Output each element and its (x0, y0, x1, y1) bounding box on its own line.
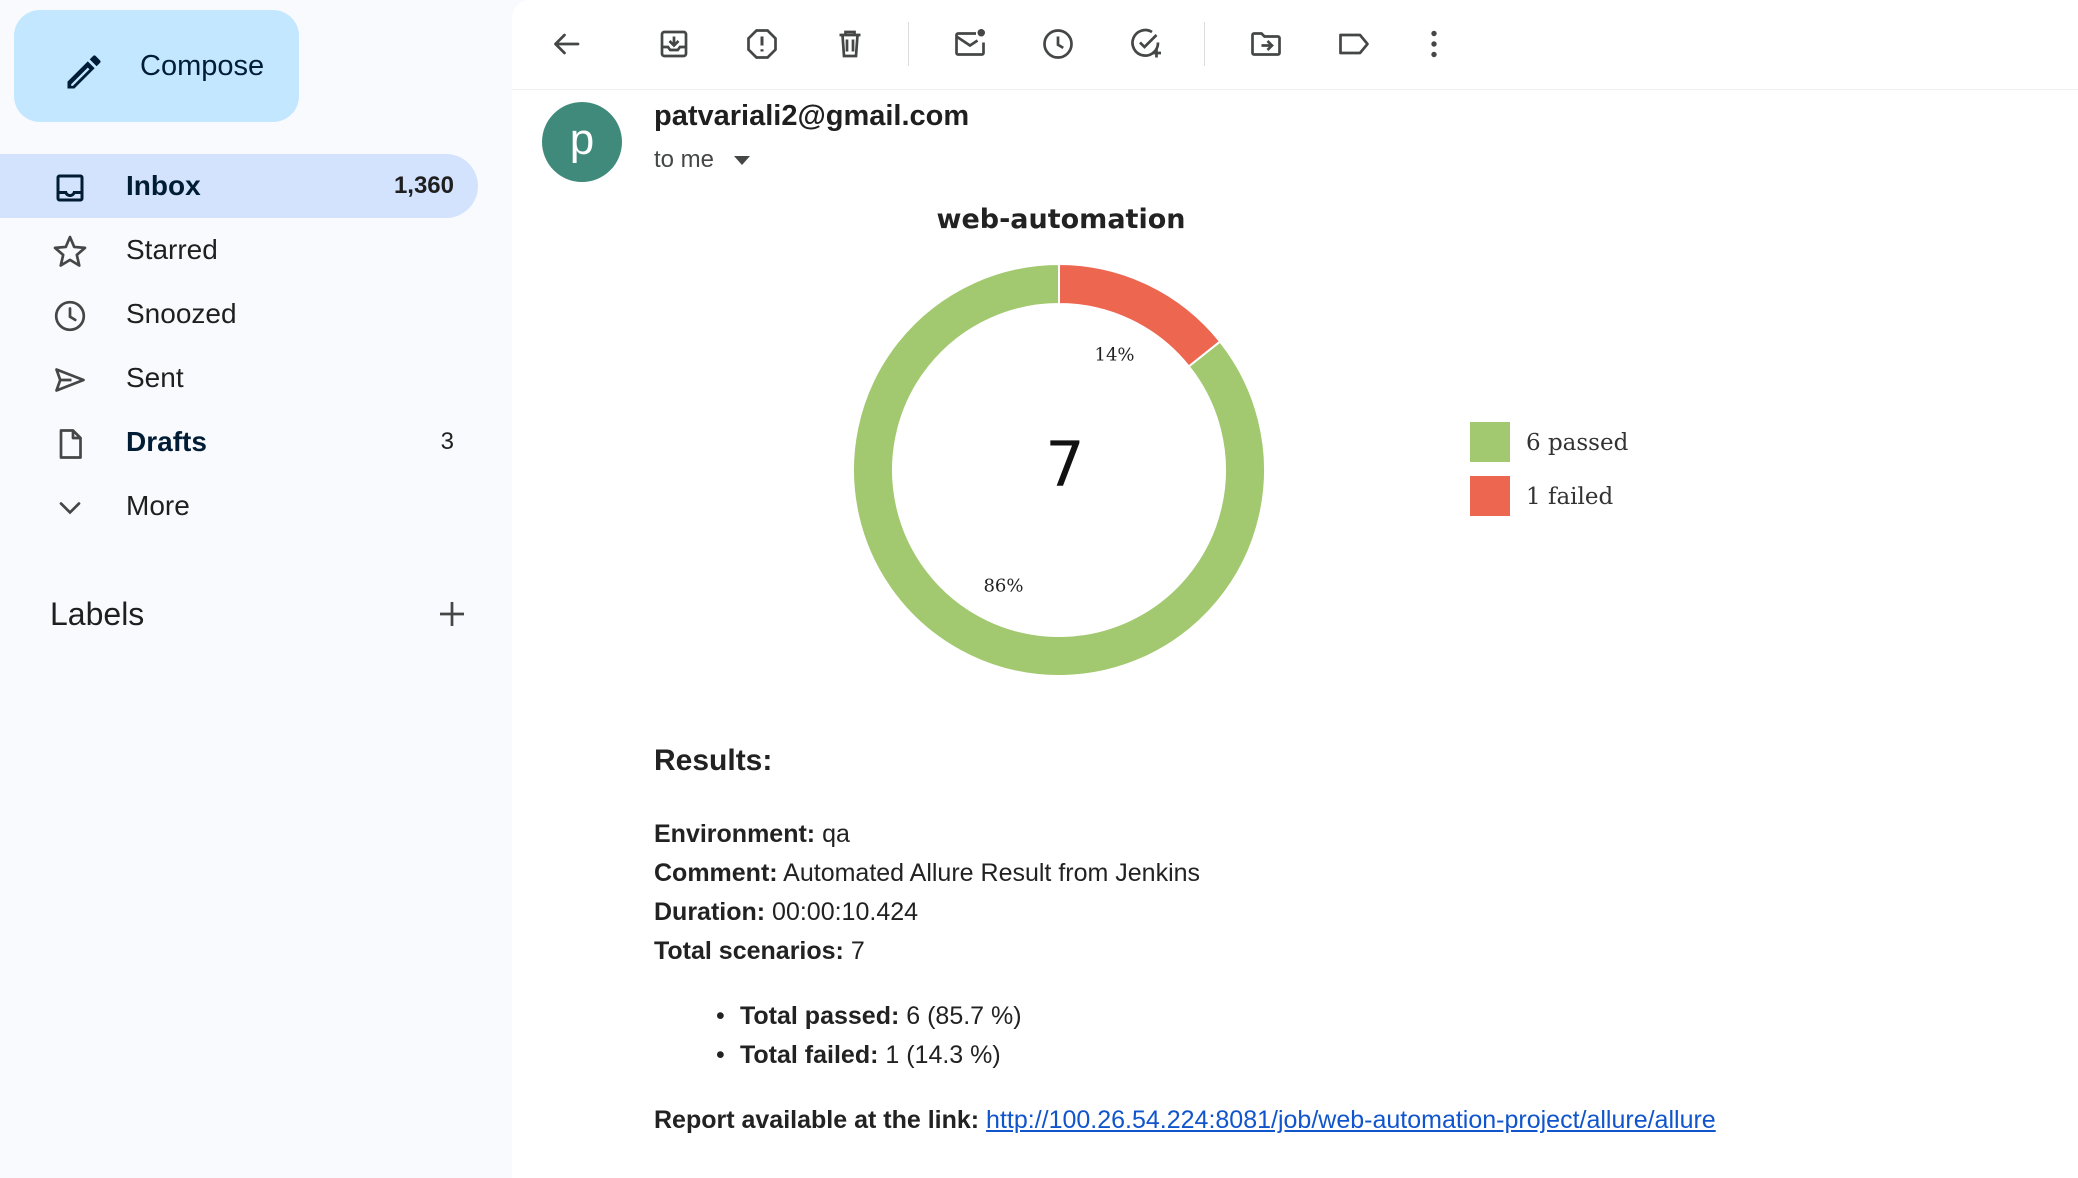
more-vert-icon (1431, 30, 1437, 58)
back-icon (554, 33, 580, 55)
legend-label-failed: 1 failed (1526, 484, 1613, 510)
legend-swatch-passed (1470, 422, 1510, 462)
plus-icon[interactable] (434, 596, 470, 632)
list-item: Total failed: 1 (14.3 %) (716, 1041, 1001, 1070)
sidebar-item-label: Starred (126, 234, 218, 265)
report-line: Report available at the link: http://100… (654, 1106, 1716, 1135)
report-label: Report available at the link: (654, 1106, 980, 1134)
sidebar-item-inbox[interactable]: Inbox 1,360 (0, 154, 478, 218)
sidebar: Compose Inbox 1,360 Starred Snoozed Sent… (0, 0, 510, 1178)
label-icon (1339, 33, 1369, 55)
sidebar-item-snoozed[interactable]: Snoozed (0, 282, 478, 346)
results-heading: Results: (654, 744, 773, 777)
comment-label: Comment: (654, 859, 778, 887)
sidebar-item-label: Sent (126, 362, 184, 393)
clock-icon (54, 300, 86, 332)
sidebar-item-label: Drafts (126, 426, 207, 457)
sidebar-item-starred[interactable]: Starred (0, 218, 478, 282)
sidebar-item-drafts[interactable]: Drafts 3 (0, 410, 478, 474)
labels-title: Labels (50, 596, 145, 632)
chart-title: web-automation (937, 204, 1186, 235)
legend-label-passed: 6 passed (1526, 430, 1629, 456)
snooze-icon (1043, 29, 1073, 59)
percent-label-failed: 14% (1095, 345, 1135, 366)
pencil-icon (67, 55, 101, 89)
duration-line: Duration: 00:00:10.424 (654, 898, 918, 927)
report-link[interactable]: http://100.26.54.224:8081/job/web-automa… (986, 1106, 1716, 1134)
draft-count: 3 (440, 428, 454, 455)
star-icon (53, 235, 87, 267)
percent-label-passed: 86% (983, 575, 1023, 596)
draft-icon (59, 429, 82, 459)
add-task-icon (1131, 28, 1161, 58)
move-to-icon (1251, 32, 1281, 56)
sender-email[interactable]: patvariali2@gmail.com (654, 100, 969, 133)
toolbar-divider (908, 22, 909, 66)
inbox-icon (56, 174, 84, 202)
back-button[interactable] (542, 20, 590, 68)
more-options-button[interactable] (1410, 20, 1458, 68)
sidebar-item-label: More (126, 490, 190, 521)
chart-center-total: 7 (1045, 428, 1084, 501)
total-failed-label: Total failed: (740, 1041, 879, 1069)
move-to-button[interactable] (1242, 20, 1290, 68)
label-button[interactable] (1330, 20, 1378, 68)
add-task-button[interactable] (1122, 20, 1170, 68)
sender-avatar[interactable]: p (542, 102, 622, 182)
message-view: p patvariali2@gmail.com to me web-automa… (512, 0, 2078, 1178)
toolbar-divider (1204, 22, 1205, 66)
recipient-dropdown[interactable]: to me (654, 146, 751, 174)
mark-unread-icon (955, 29, 985, 56)
compose-button[interactable]: Compose (14, 10, 299, 122)
unread-count: 1,360 (393, 172, 454, 199)
total-passed-value: 6 (85.7 %) (899, 1002, 1022, 1030)
sidebar-item-sent[interactable]: Sent (0, 346, 478, 410)
comment-line: Comment: Automated Allure Result from Je… (654, 859, 1200, 888)
sidebar-item-label: Inbox (126, 170, 201, 201)
total-scenarios-label: Total scenarios: (654, 937, 844, 965)
total-scenarios-line: Total scenarios: 7 (654, 937, 865, 966)
message-toolbar (512, 0, 2078, 90)
duration-value: 00:00:10.424 (765, 898, 919, 926)
recipient-label: to me (654, 146, 715, 173)
legend-swatch-failed (1470, 476, 1510, 516)
report-spam-icon (747, 29, 777, 59)
chevron-down-icon (59, 502, 81, 515)
caret-down-icon (734, 155, 751, 165)
total-passed-label: Total passed: (740, 1002, 900, 1030)
test-results-donut-chart: web-automation 7 14% 86% 6 passed 1 failed (852, 204, 1629, 677)
gmail-app: Compose Inbox 1,360 Starred Snoozed Sent… (0, 0, 2078, 1178)
send-icon (55, 368, 85, 392)
donut-slice-failed (1058, 262, 1222, 368)
environment-line: Environment: qa (654, 820, 850, 849)
environment-value: qa (815, 820, 850, 848)
mark-unread-button[interactable] (946, 20, 994, 68)
total-failed-value: 1 (14.3 %) (878, 1041, 1001, 1069)
environment-label: Environment: (654, 820, 816, 848)
compose-label: Compose (140, 50, 265, 82)
labels-section-header: Labels (50, 590, 470, 638)
sidebar-item-more[interactable]: More (0, 474, 478, 538)
archive-button[interactable] (650, 20, 698, 68)
snooze-button[interactable] (1034, 20, 1082, 68)
delete-button[interactable] (826, 20, 874, 68)
list-item: Total passed: 6 (85.7 %) (716, 1002, 1022, 1031)
sidebar-item-label: Snoozed (126, 298, 237, 329)
duration-label: Duration: (654, 898, 766, 926)
archive-icon (660, 30, 688, 58)
comment-value: Automated Allure Result from Jenkins (777, 859, 1201, 887)
report-spam-button[interactable] (738, 20, 786, 68)
total-scenarios-value: 7 (843, 937, 865, 965)
delete-icon (839, 30, 861, 58)
